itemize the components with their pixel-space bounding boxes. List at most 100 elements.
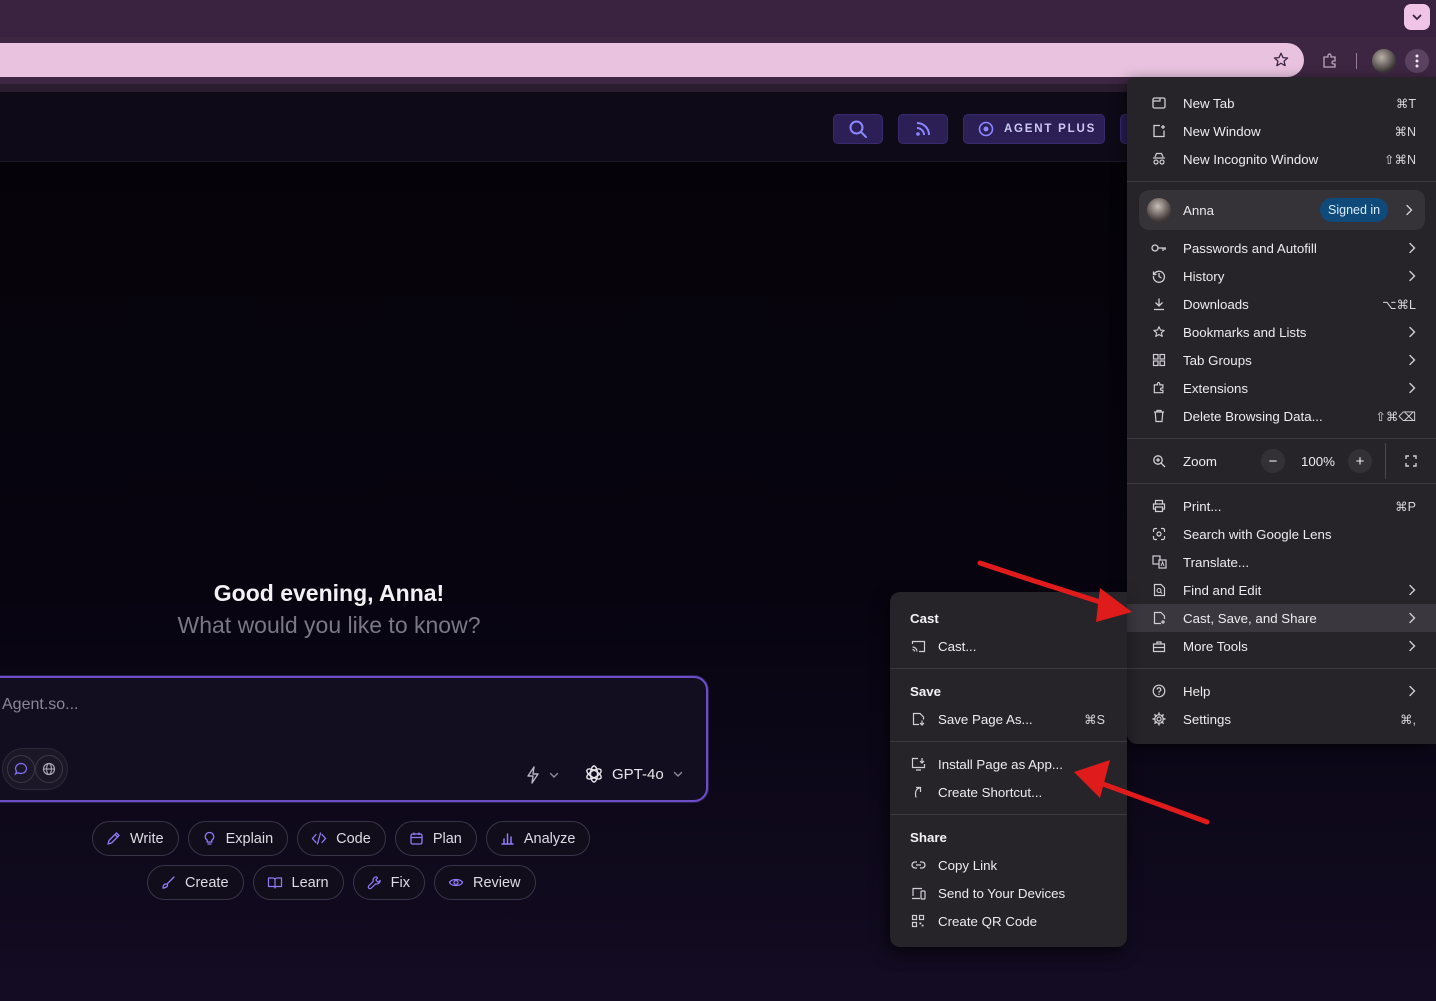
header-feed-button[interactable] xyxy=(898,114,948,144)
menu-divider xyxy=(1127,668,1436,669)
extensions-puzzle-icon[interactable] xyxy=(1318,49,1342,73)
chip-label: Code xyxy=(336,830,371,847)
submenu-item-send-to-your-devices[interactable]: Send to Your Devices xyxy=(890,879,1127,907)
chrome-menu-kebab-icon[interactable] xyxy=(1405,49,1429,73)
zoom-out-button[interactable]: − xyxy=(1261,449,1285,473)
submenu-item-create-shortcut[interactable]: Create Shortcut... xyxy=(890,778,1127,806)
menu-divider xyxy=(1127,438,1436,439)
menu-item-tab-groups[interactable]: Tab Groups xyxy=(1127,346,1436,374)
chip-code[interactable]: Code xyxy=(297,821,386,856)
bookmark-star-icon[interactable] xyxy=(1272,51,1290,69)
menu-item-history[interactable]: History xyxy=(1127,262,1436,290)
pen-icon xyxy=(107,832,120,845)
menu-item-label: New Tab xyxy=(1183,95,1235,111)
suggestion-chips-row-2: Create Learn Fix Review xyxy=(147,865,536,900)
menu-item-shortcut: ⌥⌘L xyxy=(1382,297,1416,312)
brush-icon xyxy=(162,876,175,889)
agent-plus-button[interactable]: AGENT PLUS xyxy=(963,114,1105,144)
submenu-item-copy-link[interactable]: Copy Link xyxy=(890,851,1127,879)
menu-item-label: Bookmarks and Lists xyxy=(1183,324,1307,340)
menu-item-new-window[interactable]: New Window ⌘N xyxy=(1127,117,1436,145)
chip-create[interactable]: Create xyxy=(147,865,244,900)
menu-item-new-incognito-window[interactable]: New Incognito Window ⇧⌘N xyxy=(1127,145,1436,173)
tab-search-button[interactable] xyxy=(1404,4,1430,30)
submenu-divider xyxy=(890,668,1127,669)
chip-review[interactable]: Review xyxy=(433,865,536,900)
chip-explain[interactable]: Explain xyxy=(187,821,289,856)
search-icon xyxy=(849,120,867,138)
agent-logo-icon xyxy=(978,121,994,137)
chevron-down-icon xyxy=(1412,14,1422,21)
submenu-header-share: Share xyxy=(910,830,947,845)
chip-label: Review xyxy=(472,874,521,891)
gear-icon xyxy=(1151,711,1167,727)
menu-item-help[interactable]: Help xyxy=(1127,677,1436,705)
openai-logo-icon xyxy=(586,765,602,783)
web-search-mode-button[interactable] xyxy=(35,755,63,783)
chat-composer[interactable]: Agent.so... GPT-4o xyxy=(0,676,708,802)
menu-item-cast-save-and-share[interactable]: Cast, Save, and Share xyxy=(1127,604,1436,632)
menu-item-profile[interactable]: Anna Signed in xyxy=(1139,190,1425,230)
chevron-right-icon xyxy=(1409,640,1416,652)
menu-item-shortcut: ⌘, xyxy=(1400,712,1416,727)
menu-item-settings[interactable]: Settings ⌘, xyxy=(1127,705,1436,733)
menu-item-passwords-and-autofill[interactable]: Passwords and Autofill xyxy=(1127,234,1436,262)
menu-item-label: Passwords and Autofill xyxy=(1183,240,1317,256)
submenu-item-cast[interactable]: Cast... xyxy=(890,632,1127,660)
submenu-item-save-page-as[interactable]: Save Page As... ⌘S xyxy=(890,705,1127,733)
chrome-main-menu: New Tab ⌘T New Window ⌘N New Incognito W… xyxy=(1127,77,1436,744)
menu-item-shortcut: ⌘N xyxy=(1394,124,1416,139)
wrench-icon xyxy=(367,876,381,890)
submenu-item-create-qr-code[interactable]: Create QR Code xyxy=(890,907,1127,935)
menu-item-bookmarks-and-lists[interactable]: Bookmarks and Lists xyxy=(1127,318,1436,346)
zoom-label: Zoom xyxy=(1183,453,1217,469)
chip-label: Create xyxy=(185,874,229,891)
menu-item-label: New Window xyxy=(1183,123,1261,139)
menu-item-print[interactable]: Print... ⌘P xyxy=(1127,492,1436,520)
menu-item-translate[interactable]: Translate... xyxy=(1127,548,1436,576)
submenu-header-save: Save xyxy=(910,684,942,699)
chip-analyze[interactable]: Analyze xyxy=(485,821,591,856)
menu-item-more-tools[interactable]: More Tools xyxy=(1127,632,1436,660)
download-icon xyxy=(1151,296,1167,312)
print-icon xyxy=(1151,498,1167,514)
chip-label: Write xyxy=(130,830,164,847)
menu-item-search-with-google-lens[interactable]: Search with Google Lens xyxy=(1127,520,1436,548)
chip-write[interactable]: Write xyxy=(92,821,179,856)
chevron-right-icon xyxy=(1409,584,1416,596)
menu-item-label: Find and Edit xyxy=(1183,582,1262,598)
profile-avatar-icon[interactable] xyxy=(1372,49,1396,73)
chip-label: Analyze xyxy=(523,830,576,847)
model-label: GPT-4o xyxy=(612,765,664,783)
speed-selector[interactable] xyxy=(526,766,560,784)
shortcut-icon xyxy=(910,784,926,800)
greeting-subtitle: What would you like to know? xyxy=(177,612,481,638)
chip-fix[interactable]: Fix xyxy=(352,865,425,900)
submenu-item-label: Cast... xyxy=(938,638,977,654)
chip-learn[interactable]: Learn xyxy=(252,865,344,900)
model-selector[interactable]: GPT-4o xyxy=(584,764,684,784)
menu-item-downloads[interactable]: Downloads ⌥⌘L xyxy=(1127,290,1436,318)
find-icon xyxy=(1151,582,1167,598)
menu-item-extensions[interactable]: Extensions xyxy=(1127,374,1436,402)
header-search-button[interactable] xyxy=(833,114,883,144)
fullscreen-button[interactable] xyxy=(1399,449,1423,473)
history-icon xyxy=(1151,268,1167,284)
zoom-value: 100% xyxy=(1301,453,1336,469)
new-window-icon xyxy=(1151,123,1167,139)
submenu-item-label: Send to Your Devices xyxy=(938,885,1066,901)
submenu-item-install-page-as-app[interactable]: Install Page as App... xyxy=(890,750,1127,778)
composer-input-placeholder[interactable]: Agent.so... xyxy=(2,696,79,714)
chip-plan[interactable]: Plan xyxy=(394,821,477,856)
star-icon xyxy=(1151,324,1167,340)
bar-chart-icon xyxy=(501,833,514,845)
menu-item-new-tab[interactable]: New Tab ⌘T xyxy=(1127,89,1436,117)
menu-item-delete-browsing-data[interactable]: Delete Browsing Data... ⇧⌘⌫ xyxy=(1127,402,1436,430)
menu-item-find-and-edit[interactable]: Find and Edit xyxy=(1127,576,1436,604)
devices-icon xyxy=(910,885,926,901)
chevron-down-icon xyxy=(673,771,682,777)
address-bar[interactable] xyxy=(0,43,1304,77)
menu-item-zoom: Zoom − 100% + xyxy=(1127,443,1436,479)
chat-mode-button[interactable] xyxy=(7,755,35,783)
zoom-in-button[interactable]: + xyxy=(1348,449,1372,473)
